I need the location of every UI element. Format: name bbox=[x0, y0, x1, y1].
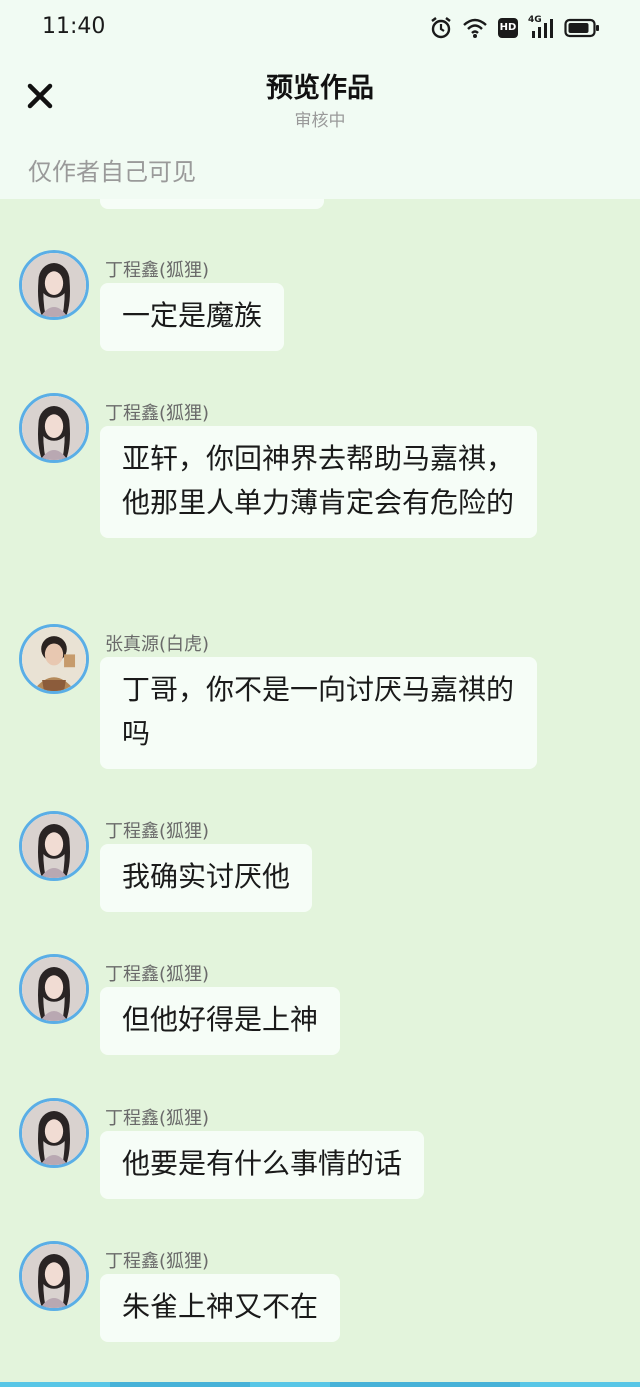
signal-4g-icon: 4G bbox=[528, 15, 554, 39]
sender-name: 丁程鑫(狐狸) bbox=[105, 1108, 210, 1129]
battery-icon bbox=[564, 18, 599, 38]
sender-name: 丁程鑫(狐狸) bbox=[105, 1251, 210, 1272]
avatar[interactable] bbox=[19, 624, 89, 694]
hd-label: HD bbox=[499, 22, 517, 33]
previous-message-bubble bbox=[100, 199, 324, 209]
message-bubble[interactable]: 但他好得是上神 bbox=[100, 987, 341, 1055]
message-bubble[interactable]: 亚轩，你回神界去帮助马嘉祺，他那里人单力薄肯定会有危险的 bbox=[100, 426, 537, 538]
avatar-dingchengxin-image bbox=[22, 253, 86, 317]
message-bubble[interactable]: 丁哥，你不是一向讨厌马嘉祺的吗 bbox=[100, 657, 537, 769]
header-area: 11:40 HD 4G 预览作品 审核中 仅作者自己可见 bbox=[0, 0, 640, 199]
avatar[interactable] bbox=[19, 393, 89, 463]
hd-icon: HD bbox=[498, 18, 518, 38]
avatar[interactable] bbox=[19, 1098, 89, 1168]
message-bubble[interactable]: 我确实讨厌他 bbox=[100, 844, 313, 912]
avatar-zhangzhenyuan-image bbox=[22, 627, 86, 691]
message-bubble[interactable]: 朱雀上神又不在 bbox=[100, 1274, 341, 1342]
sender-name: 丁程鑫(狐狸) bbox=[105, 964, 210, 985]
avatar-dingchengxin-image bbox=[22, 814, 86, 878]
avatar[interactable] bbox=[19, 1241, 89, 1311]
sender-name: 丁程鑫(狐狸) bbox=[105, 260, 210, 281]
avatar-dingchengxin-image bbox=[22, 1244, 86, 1308]
visibility-note: 仅作者自己可见 bbox=[28, 158, 196, 186]
status-time: 11:40 bbox=[42, 14, 106, 39]
sender-name: 丁程鑫(狐狸) bbox=[105, 403, 210, 424]
message-bubble[interactable]: 一定是魔族 bbox=[100, 283, 285, 351]
avatar[interactable] bbox=[19, 954, 89, 1024]
avatar[interactable] bbox=[19, 250, 89, 320]
wifi-icon bbox=[463, 18, 487, 38]
alarm-icon bbox=[431, 17, 451, 39]
status-bar: 11:40 HD 4G bbox=[0, 0, 640, 56]
message-bubble[interactable]: 他要是有什么事情的话 bbox=[100, 1131, 425, 1199]
avatar-dingchengxin-image bbox=[22, 957, 86, 1021]
page-title: 预览作品 bbox=[266, 73, 374, 104]
avatar-dingchengxin-image bbox=[22, 1101, 86, 1165]
chat-list[interactable]: 丁程鑫(狐狸) 一定是魔族 丁程鑫(狐狸) 亚轩，你回神界去帮助马嘉祺，他那里人… bbox=[0, 199, 640, 1382]
sender-name: 张真源(白虎) bbox=[105, 634, 210, 655]
review-status: 审核中 bbox=[294, 111, 346, 131]
sender-name: 丁程鑫(狐狸) bbox=[105, 821, 210, 842]
status-icons: HD 4G bbox=[430, 15, 600, 40]
bottom-progress-strip bbox=[0, 1382, 640, 1387]
avatar[interactable] bbox=[19, 811, 89, 881]
avatar-dingchengxin-image bbox=[22, 396, 86, 460]
